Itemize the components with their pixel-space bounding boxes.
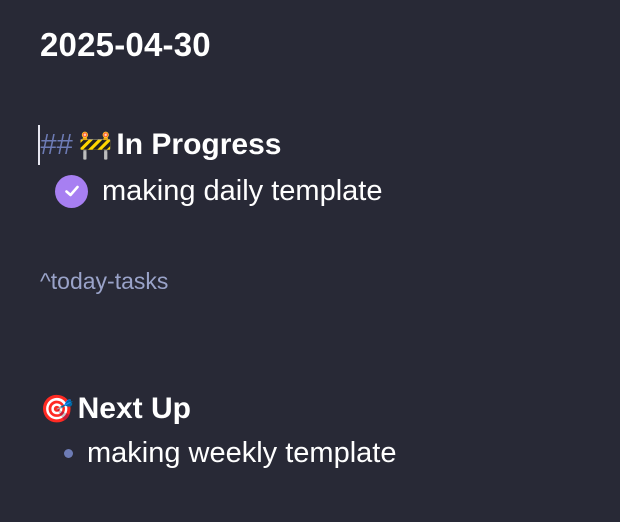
task-item: making daily template xyxy=(55,170,382,212)
construction-icon: 🚧 xyxy=(78,129,113,160)
task-text[interactable]: making daily template xyxy=(102,175,382,208)
heading-in-progress[interactable]: ## 🚧 In Progress xyxy=(38,124,281,166)
list-item-text[interactable]: making weekly template xyxy=(87,437,396,470)
target-icon: 🎯 xyxy=(40,393,74,424)
text-cursor xyxy=(38,125,40,165)
bullet-icon xyxy=(64,448,73,458)
heading-next-up-text: Next Up xyxy=(77,392,191,425)
heading-in-progress-text: In Progress xyxy=(116,128,282,161)
checkmark-icon xyxy=(64,185,79,197)
note-title[interactable]: 2025-04-30 xyxy=(40,26,211,64)
block-reference[interactable]: ^today-tasks xyxy=(40,268,168,295)
heading-markdown-prefix: ## xyxy=(40,128,73,161)
task-checkbox[interactable] xyxy=(55,174,88,208)
heading-next-up[interactable]: 🎯 Next Up xyxy=(40,388,191,430)
list-item: making weekly template xyxy=(64,432,396,474)
